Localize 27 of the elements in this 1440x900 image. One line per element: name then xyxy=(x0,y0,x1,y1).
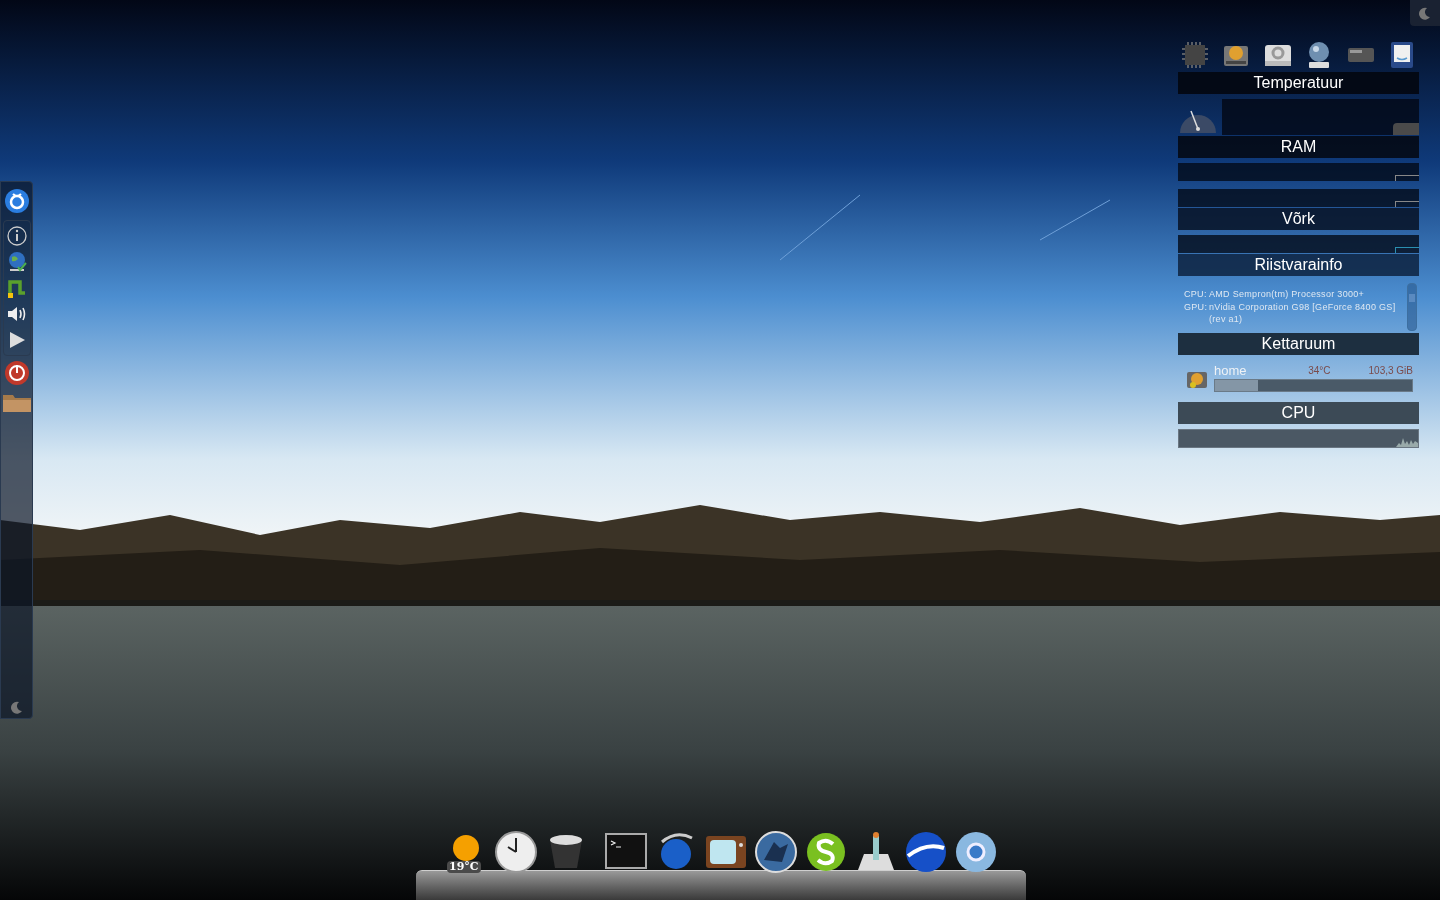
disk-name: home xyxy=(1214,365,1247,377)
disk-temperature: 34°C xyxy=(1308,365,1331,377)
corner-button[interactable] xyxy=(1410,0,1440,26)
info-value: AMD Sempron(tm) Processor 3000+ xyxy=(1209,288,1365,300)
section-title: Võrk xyxy=(1178,208,1419,230)
section-title: Temperatuur xyxy=(1178,72,1419,94)
ring-icon[interactable] xyxy=(3,188,30,214)
chip-icon[interactable] xyxy=(1180,40,1210,70)
info-icon[interactable] xyxy=(5,225,28,247)
temperature: 19°C xyxy=(447,861,481,873)
disk-size: 103,3 GiB xyxy=(1368,365,1413,377)
moon-icon[interactable] xyxy=(9,700,24,714)
info-label: GPU: xyxy=(1184,301,1209,314)
moon-icon[interactable] xyxy=(1418,6,1432,20)
hard-drive-icon xyxy=(1186,369,1208,391)
power-icon[interactable] xyxy=(3,360,30,386)
sun-icon xyxy=(453,835,479,861)
weather-widget[interactable]: 19°C xyxy=(444,830,488,876)
info-value: nVidia Corporation G98 [GeForce 8400 GS] (rev a1) xyxy=(1209,301,1397,325)
section-title: RAM xyxy=(1178,136,1419,158)
section-title: CPU xyxy=(1178,402,1419,424)
clock-icon[interactable] xyxy=(494,830,538,874)
earth-globe-icon[interactable] xyxy=(904,830,948,874)
section-title: Riistvarainfo xyxy=(1178,254,1419,276)
scrollbar[interactable] xyxy=(1407,283,1417,331)
section-title: Kettaruum xyxy=(1178,333,1419,355)
info-label: CPU: xyxy=(1184,288,1208,300)
